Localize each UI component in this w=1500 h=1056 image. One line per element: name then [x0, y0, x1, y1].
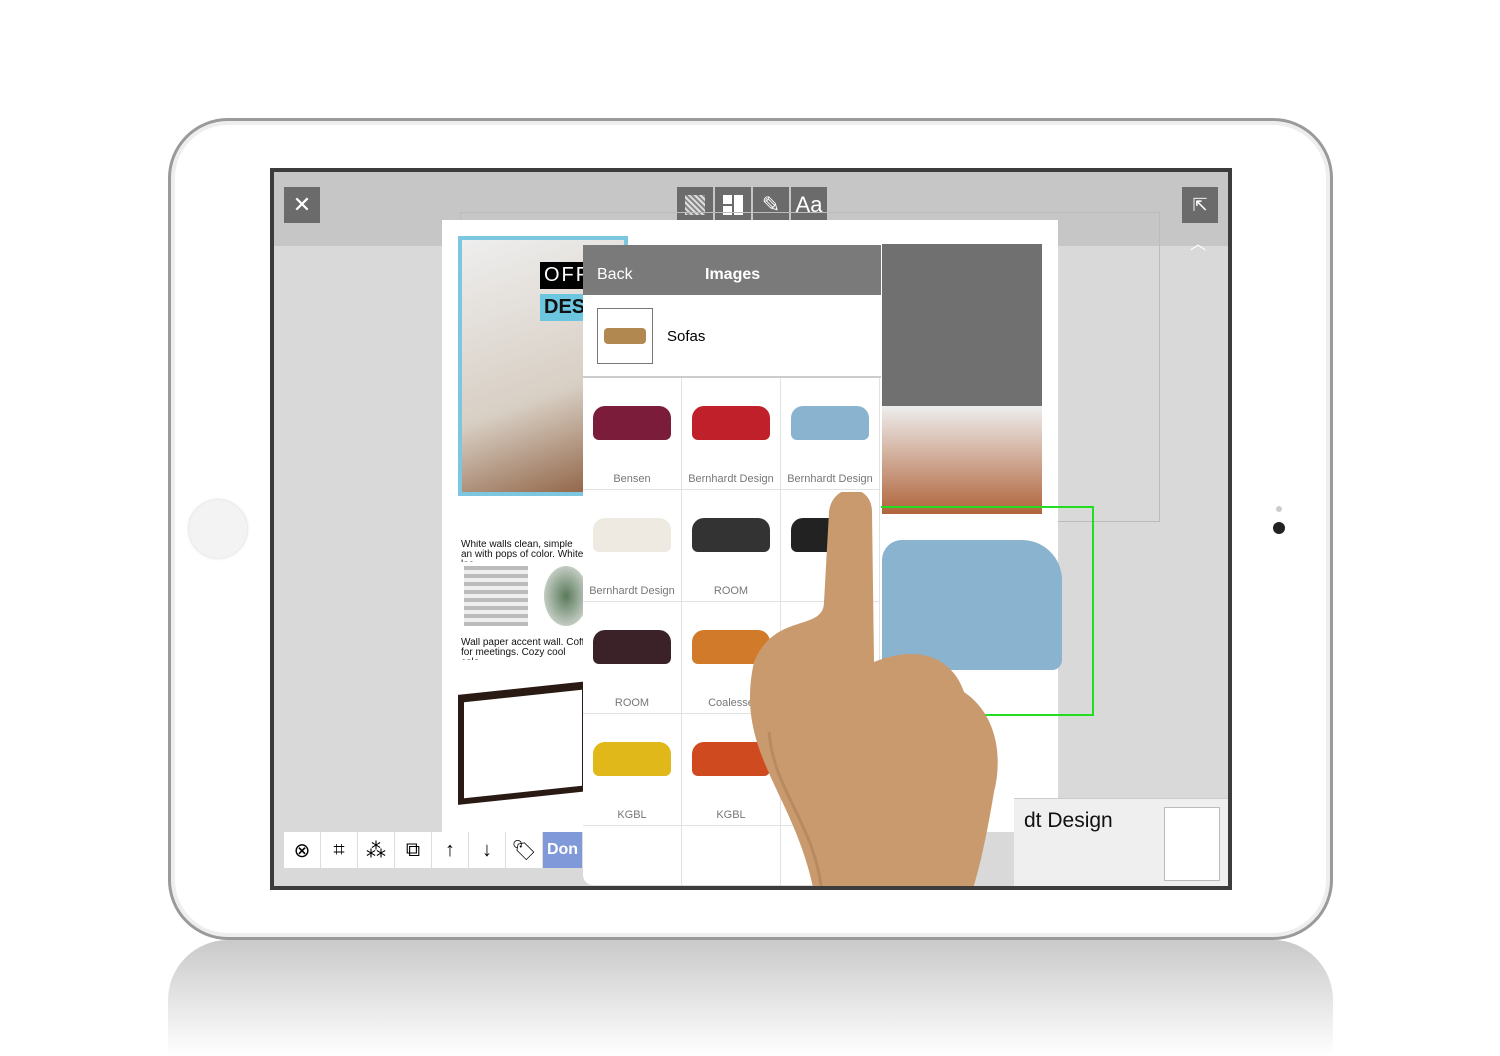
sofa-item[interactable]: Bernhardt Design	[781, 378, 880, 490]
terrarium-image[interactable]	[544, 566, 588, 626]
magic-wand-icon[interactable]: ⁂	[358, 832, 395, 868]
chevron-up-icon[interactable]: ︿	[1190, 230, 1206, 254]
send-backward-icon[interactable]: ↓	[469, 832, 506, 868]
product-thumbnail[interactable]	[1164, 807, 1220, 881]
sensor	[1276, 506, 1282, 512]
edit-toolbar: ⊗ ⌗ ⁂ ⧉ ↑ ↓ 🏷 Don	[284, 832, 583, 868]
hand-image	[750, 492, 998, 886]
sofa-brand: Bernhardt Design	[688, 473, 774, 485]
shelf-photo[interactable]	[882, 244, 1042, 514]
device-reflection	[168, 940, 1333, 1056]
close-icon[interactable]: ✕	[284, 187, 320, 223]
popover-header: Back Images	[583, 245, 881, 295]
sofa-image	[593, 630, 671, 664]
popover-title: Images	[705, 266, 761, 283]
sofa-item[interactable]	[583, 826, 682, 885]
bring-forward-icon[interactable]: ↑	[432, 832, 469, 868]
pillow-image[interactable]	[464, 566, 528, 626]
share-icon[interactable]: ⇱	[1182, 187, 1218, 223]
caption-2: Wall paper accent wall. Coff for meeting…	[461, 638, 585, 660]
sofa-brand: Bernhardt Design	[787, 473, 873, 485]
sofa-brand: Bernhardt Design	[589, 585, 675, 597]
sofa-image	[692, 406, 770, 440]
camera	[1273, 522, 1285, 534]
sofa-item[interactable]: KGBL	[583, 714, 682, 826]
sofa-brand: Bensen	[613, 473, 651, 485]
category-label: Sofas	[667, 328, 706, 345]
coffee-table-image[interactable]	[458, 681, 588, 805]
sofa-image	[593, 742, 671, 776]
sofa-image	[791, 406, 869, 440]
back-button[interactable]: Back	[597, 266, 633, 284]
caption-1: White walls clean, simple an with pops o…	[461, 540, 584, 562]
category-thumbnail	[597, 308, 653, 364]
board-subtitle: DES	[540, 294, 590, 321]
sofa-item[interactable]: Bernhardt Design	[583, 490, 682, 602]
app-screen: ✕ ✎ Aa ⇱ ︿ OFF DES White walls clean, si…	[270, 168, 1232, 890]
category-row-sofas[interactable]: Sofas	[583, 295, 881, 378]
sofa-image	[593, 518, 671, 552]
tag-icon[interactable]: 🏷	[506, 832, 543, 868]
sofa-brand: KGBL	[617, 809, 647, 821]
sofa-item[interactable]: ROOM	[583, 602, 682, 714]
duplicate-icon[interactable]: ⧉	[395, 832, 432, 868]
done-button[interactable]: Don	[543, 832, 583, 868]
sofa-item[interactable]: Bernhardt Design	[682, 378, 781, 490]
home-button[interactable]	[189, 500, 247, 558]
sofa-item[interactable]: Bensen	[583, 378, 682, 490]
remove-icon[interactable]: ⊗	[284, 832, 321, 868]
sofa-image	[593, 406, 671, 440]
sofa-brand: ROOM	[614, 697, 650, 709]
crop-icon[interactable]: ⌗	[321, 832, 358, 868]
